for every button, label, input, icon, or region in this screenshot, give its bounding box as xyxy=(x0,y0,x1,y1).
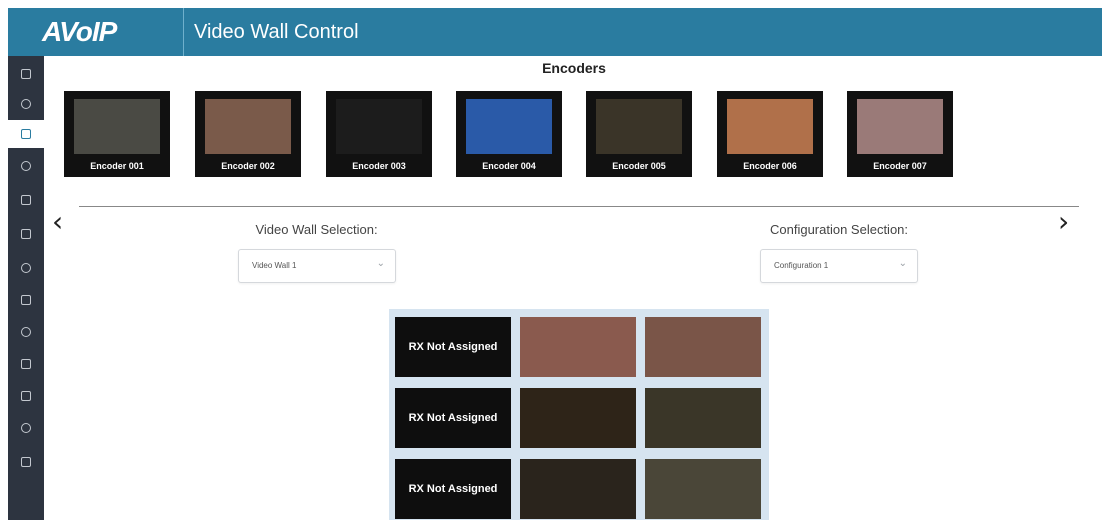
wall-cell-status xyxy=(520,459,636,519)
configuration-selection-label: Configuration Selection: xyxy=(769,222,909,237)
wall-cell[interactable]: RX Not Assigned xyxy=(395,459,511,519)
encoder-tile[interactable]: Encoder 002 xyxy=(195,91,301,177)
user-icon[interactable] xyxy=(8,318,44,346)
encoder-thumbnail xyxy=(74,99,160,154)
video-wall-select-value: Video Wall 1 xyxy=(252,261,297,270)
encoder-tile[interactable]: Encoder 006 xyxy=(717,91,823,177)
chevron-down-icon: ⌄ xyxy=(376,258,385,269)
wall-cell-status xyxy=(645,317,761,377)
app-window: AVoIP Video Wall Control Encoders Encode… xyxy=(0,0,1104,520)
wall-cell[interactable] xyxy=(645,459,761,519)
wall-cell-status: RX Not Assigned xyxy=(408,412,498,424)
encoder-tile[interactable]: Encoder 005 xyxy=(586,91,692,177)
network-icon[interactable] xyxy=(8,254,44,282)
video-wall-icon[interactable] xyxy=(8,120,44,148)
encoder-label: Encoder 004 xyxy=(482,161,536,171)
chevron-down-icon: ⌄ xyxy=(898,258,907,269)
encoder-tile[interactable]: Encoder 007 xyxy=(847,91,953,177)
logout-icon[interactable] xyxy=(8,448,44,476)
wall-cell[interactable] xyxy=(520,459,636,519)
encoder-tile[interactable]: Encoder 001 xyxy=(64,91,170,177)
encoder-thumbnail xyxy=(857,99,943,154)
encoder-label: Encoder 006 xyxy=(743,161,797,171)
wall-cell-status xyxy=(520,388,636,448)
video-wall-select[interactable]: Video Wall 1 ⌄ xyxy=(238,249,396,283)
wall-cell-status xyxy=(645,459,761,519)
encoders-heading: Encoders xyxy=(542,60,606,76)
wall-cell[interactable]: RX Not Assigned xyxy=(395,388,511,448)
display-icon[interactable] xyxy=(8,220,44,248)
wall-cell[interactable] xyxy=(645,317,761,377)
encoder-label: Encoder 001 xyxy=(90,161,144,171)
wall-cell[interactable] xyxy=(520,317,636,377)
main-content: Encoders Encoder 001 Encoder 002 Encoder… xyxy=(44,56,1104,520)
encoder-thumbnail xyxy=(727,99,813,154)
app-logo: AVoIP xyxy=(42,16,117,47)
chevron-left-icon[interactable]: ‹ xyxy=(52,208,63,236)
logo-area: AVoIP xyxy=(8,8,184,56)
chevron-right-icon[interactable]: › xyxy=(1058,208,1069,236)
configuration-select[interactable]: Configuration 1 ⌄ xyxy=(760,249,918,283)
wall-cell[interactable] xyxy=(645,388,761,448)
page-title: Video Wall Control xyxy=(194,21,359,43)
dashboard-icon[interactable] xyxy=(8,60,44,88)
video-wall-grid: RX Not Assigned RX Not Assigned RX Not A… xyxy=(389,309,769,520)
layers-icon[interactable] xyxy=(8,152,44,180)
settings-icon[interactable] xyxy=(8,90,44,118)
encoder-thumbnail xyxy=(336,99,422,154)
encoder-label: Encoder 007 xyxy=(873,161,927,171)
video-wall-selection-label: Video Wall Selection: xyxy=(255,222,378,237)
key-icon[interactable] xyxy=(8,414,44,442)
encoder-thumbnail xyxy=(466,99,552,154)
wall-cell[interactable]: RX Not Assigned xyxy=(395,317,511,377)
wall-cell[interactable] xyxy=(520,388,636,448)
encoder-thumbnail xyxy=(596,99,682,154)
divider xyxy=(79,206,1079,207)
grid-icon[interactable] xyxy=(8,286,44,314)
wall-cell-status xyxy=(645,388,761,448)
encoder-thumbnail xyxy=(205,99,291,154)
sliders-icon[interactable] xyxy=(8,350,44,378)
sidebar xyxy=(8,56,54,520)
encoder-label: Encoder 002 xyxy=(221,161,275,171)
configuration-select-value: Configuration 1 xyxy=(774,261,829,270)
encoder-tile[interactable]: Encoder 003 xyxy=(326,91,432,177)
wall-cell-status: RX Not Assigned xyxy=(408,483,498,495)
wall-cell-status: RX Not Assigned xyxy=(408,341,498,353)
upload-icon[interactable] xyxy=(8,382,44,410)
header-bar: AVoIP Video Wall Control xyxy=(8,8,1102,56)
encoder-label: Encoder 003 xyxy=(352,161,406,171)
encoder-tile[interactable]: Encoder 004 xyxy=(456,91,562,177)
encoder-label: Encoder 005 xyxy=(612,161,666,171)
wall-cell-status xyxy=(520,317,636,377)
monitor-icon[interactable] xyxy=(8,186,44,214)
